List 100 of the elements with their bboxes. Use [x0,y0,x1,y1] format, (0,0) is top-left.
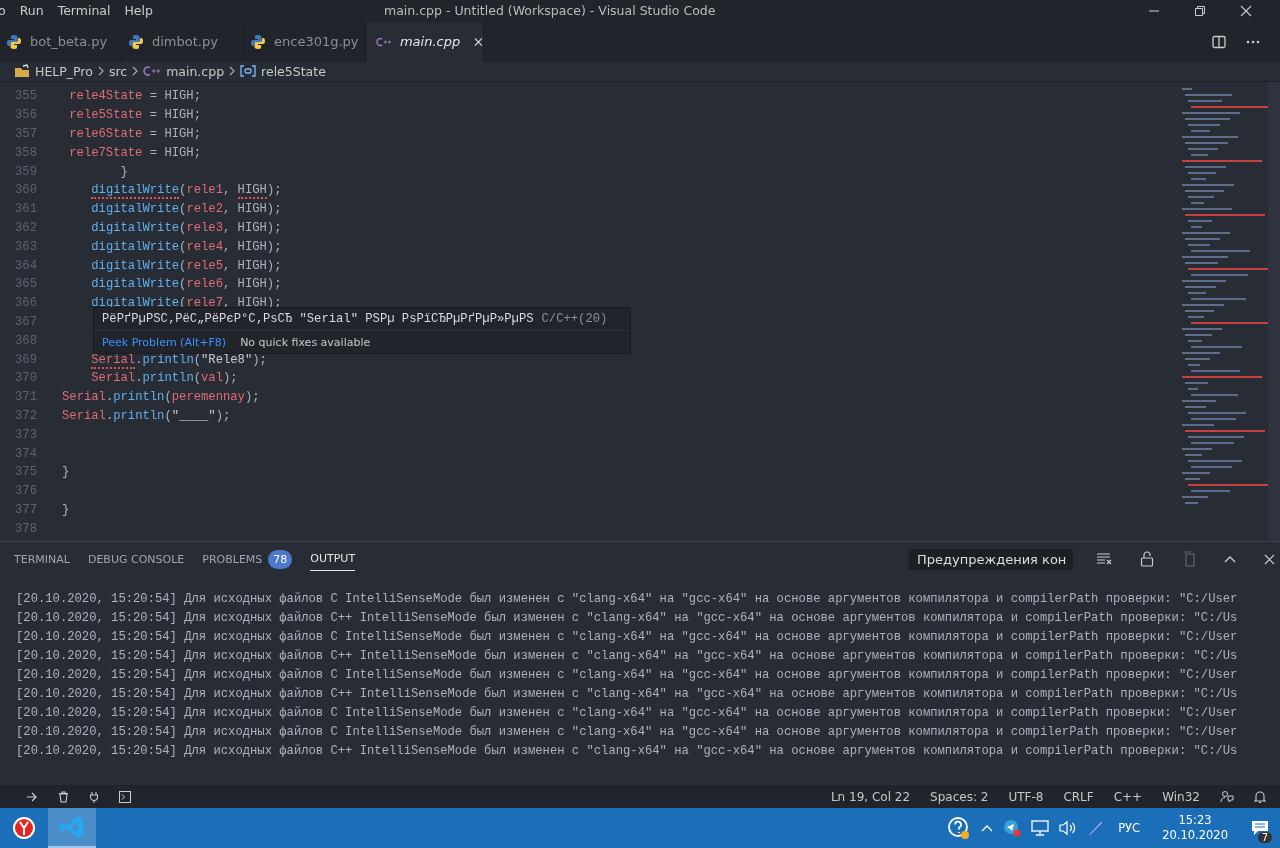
output-line: [20.10.2020, 15:20:54] Для исходных файлов C IntelliSenseMode был изменен с "clang-x64" на "gcc-x64" на основе аргументов компилятора и compilerPath проверки: "C:/User [16,705,1239,722]
python-icon [250,33,266,50]
panel-tab[interactable]: PROBLEMS 78 [202,548,293,570]
output-line: [20.10.2020, 15:20:54] Для исходных файлов C++ IntelliSenseMode был изменен с "clang-x64" на "gcc-x64" на основе аргументов компилятора и compilerPath проверки: "C:/Us [16,610,1239,627]
code-editor-icon [59,814,85,840]
line-number: 366 [14,295,38,313]
breadcrumb-item[interactable]: main.cpp [166,63,225,79]
code-line: digitalWrite(rele3, HIGH); [91,220,282,237]
notifications-button[interactable]: 7 [1240,808,1280,848]
code-line: Serial.println(peremennay); [62,389,260,407]
menu-item[interactable]: Help [124,3,153,19]
bell-icon[interactable] [1254,789,1266,804]
line-number: 375 [14,464,38,482]
count-badge: 78 [268,549,293,569]
line-number: 370 [14,370,38,388]
line-number: 372 [14,407,38,425]
messenger-icon[interactable] [1003,819,1022,837]
variable-icon [240,65,257,78]
browser-icon [12,816,36,840]
line-number: 369 [14,351,38,369]
scrollbar[interactable] [1268,82,1280,541]
restore-icon[interactable] [1194,4,1206,17]
line-number: 358 [14,144,38,162]
editor-tab[interactable]: main.cpp [366,21,484,62]
line-number: 377 [14,501,38,519]
editor-tab[interactable]: bot_beta.py [0,21,122,62]
feedback-icon[interactable] [1220,789,1234,804]
code-line: rele7State = HIGH; [69,144,201,162]
line-number: 363 [14,238,38,256]
status-item[interactable]: CRLF [1063,789,1094,804]
peek-problem-link[interactable]: Peek Problem (Alt+F8) [102,335,227,349]
arrow-right-icon[interactable] [26,791,38,802]
status-item[interactable]: UTF-8 [1008,789,1044,804]
clock[interactable]: 15:23 20.10.2020 [1162,813,1228,843]
code-line: Serial.println(val); [91,370,238,388]
terminal-icon[interactable] [119,790,131,803]
close-icon[interactable] [1264,553,1275,565]
code-line: Serial.println("____"); [62,407,231,425]
keyboard-language[interactable]: РУС [1118,821,1141,835]
code-line: rele6State = HIGH; [69,126,201,143]
output-line: [20.10.2020, 15:20:54] Для исходных файлов C++ IntelliSenseMode был изменен с "clang-x64" на "gcc-x64" на основе аргументов компилятора и compilerPath проверки: "C:/Us [16,686,1239,703]
clear-output-icon[interactable] [1096,553,1112,565]
panel-tab[interactable]: TERMINAL [14,548,70,570]
output-line: [20.10.2020, 15:20:54] Для исходных файлов C IntelliSenseMode был изменен с "clang-x64" на "gcc-x64" на основе аргументов компилятора и compilerPath проверки: "C:/User [16,591,1239,608]
line-number: 356 [14,107,38,125]
line-number: 376 [14,483,38,501]
status-item[interactable]: Ln 19, Col 22 [830,789,911,804]
code-line: digitalWrite(rele1, HIGH); [91,182,282,201]
close-icon[interactable] [474,36,483,47]
line-number: 368 [14,332,38,350]
error-source: C/C++(20) [541,312,608,327]
trash-icon[interactable] [58,790,69,803]
status-item[interactable]: C++ [1113,789,1143,804]
breadcrumb-item[interactable]: HELP_Pro [35,63,93,79]
output-line: [20.10.2020, 15:20:54] Для исходных файлов C++ IntelliSenseMode был изменен с "clang-x64" на "gcc-x64" на основе аргументов компилятора и compilerPath проверки: "C:/Us [16,743,1239,760]
code-line: rele4State = HIGH; [69,88,201,106]
lock-icon[interactable] [1140,551,1154,567]
line-number: 361 [14,201,38,219]
line-number: 359 [14,163,38,181]
line-number: 378 [14,520,38,538]
split-editor-icon[interactable] [1212,34,1226,49]
line-number: 365 [14,276,38,294]
window-title: main.cpp - Untitled (Workspace) - Visual Studio Code [384,3,716,19]
line-number: 367 [14,313,38,331]
more-icon[interactable] [1246,39,1260,44]
help-icon[interactable] [947,816,972,840]
chevron-right-icon [97,66,104,77]
network-icon[interactable] [1031,820,1050,836]
line-number: 374 [14,445,38,463]
python-icon [6,33,22,50]
status-item[interactable]: Spaces: 2 [930,789,989,804]
code-line: rele5State = HIGH; [69,107,201,125]
error-message: PëPґPµPSC‚PëC„PëPєP°C‚PsCЂ "Serial" PSPµ PsPïCЂPµPґPµP»PµPS [102,312,534,327]
code-line: digitalWrite(rele5, HIGH); [91,257,282,275]
output-line: [20.10.2020, 15:20:54] Для исходных файлов C++ IntelliSenseMode был изменен с "clang-x64" на "gcc-x64" на основе аргументов компилятора и compilerPath проверки: "C:/Us [16,648,1239,665]
close-icon[interactable] [1240,4,1252,17]
editor-tab[interactable]: dimbot.py [122,21,244,62]
output-channel-dropdown[interactable]: Предупреждения кон [909,548,1073,570]
chevron-up-icon[interactable] [1224,555,1236,563]
menu-item[interactable]: Run [19,3,44,19]
python-icon [128,33,144,50]
plug-icon[interactable] [89,790,99,803]
quick-fix-note: No quick fixes available [240,335,371,349]
line-number: 364 [14,257,38,275]
breadcrumb-item[interactable]: src [108,63,128,79]
code-line: } [62,464,70,482]
volume-icon[interactable] [1059,820,1078,836]
code-line: } [120,163,128,181]
code-line: digitalWrite(rele2, HIGH); [91,201,282,219]
line-number: 371 [14,389,38,407]
menu-item[interactable]: Terminal [57,3,111,19]
line-number: 362 [14,220,38,237]
chevron-right-icon [132,66,139,77]
status-item[interactable]: Win32 [1162,789,1200,804]
chevron-right-icon [229,66,236,77]
panel-tab[interactable]: OUTPUT [310,547,356,571]
panel-tab[interactable]: DEBUG CONSOLE [87,548,185,570]
breadcrumb-item[interactable]: rele5State [261,63,326,79]
code-line: digitalWrite(rele4, HIGH); [91,238,282,256]
output-line: [20.10.2020, 15:20:54] Для исходных файлов C IntelliSenseMode был изменен с "clang-x64" на "gcc-x64" на основе аргументов компилятора и compilerPath проверки: "C:/User [16,724,1239,741]
